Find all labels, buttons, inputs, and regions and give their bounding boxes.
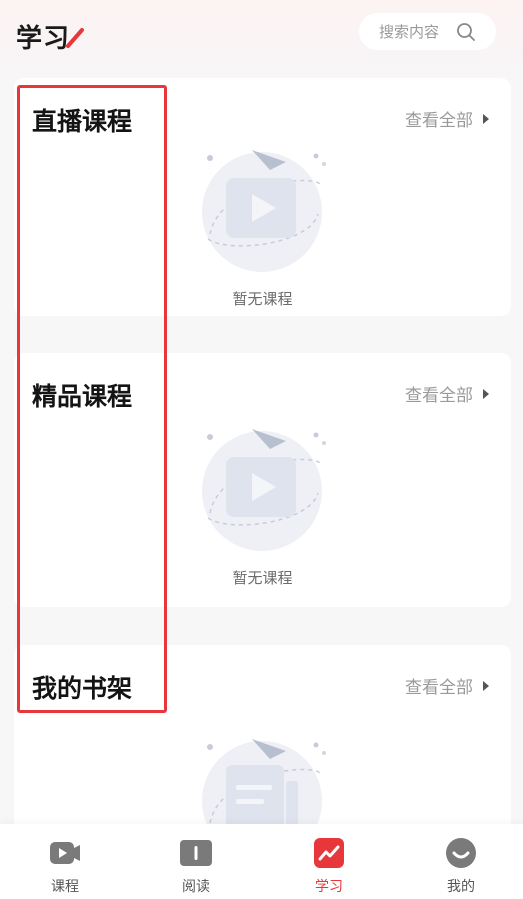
bottom-tab-bar: 课程 阅读 学习 我的 xyxy=(0,824,523,899)
view-all-label: 查看全部 xyxy=(405,111,473,131)
brand-accent-icon xyxy=(66,28,84,48)
tab-label: 学习 xyxy=(315,879,343,895)
tab-label: 我的 xyxy=(447,879,475,895)
view-all-label: 查看全部 xyxy=(405,386,473,406)
page-title: 学习 xyxy=(16,24,71,54)
bookshelf-card: 我的书架 查看全部 xyxy=(14,645,511,861)
premium-courses-card: 精品课程 查看全部 暂无课程 xyxy=(14,353,511,607)
search-box[interactable]: 搜索内容 xyxy=(359,13,496,50)
empty-state-text: 暂无课程 xyxy=(232,569,293,587)
tab-profile[interactable]: 我的 xyxy=(396,824,523,899)
tab-reading[interactable]: 阅读 xyxy=(131,824,261,899)
search-icon[interactable] xyxy=(456,22,476,42)
section-title-live: 直播课程 xyxy=(32,107,133,136)
empty-state-text: 暂无课程 xyxy=(232,290,293,308)
chevron-right-icon xyxy=(483,113,489,124)
tab-label: 课程 xyxy=(51,879,79,895)
tab-courses[interactable]: 课程 xyxy=(0,824,130,899)
view-all-label: 查看全部 xyxy=(405,678,473,698)
view-all-live-link[interactable]: 查看全部 xyxy=(405,106,489,131)
empty-video-illustration xyxy=(202,429,326,551)
chevron-right-icon xyxy=(483,388,489,399)
study-icon xyxy=(314,838,344,868)
live-courses-card: 直播课程 查看全部 暂无课程 xyxy=(14,78,511,316)
view-all-bookshelf-link[interactable]: 查看全部 xyxy=(405,673,489,698)
empty-video-illustration xyxy=(202,150,326,272)
chevron-right-icon xyxy=(483,680,489,691)
tab-label: 阅读 xyxy=(182,879,210,895)
profile-icon xyxy=(446,838,476,868)
book-icon xyxy=(180,840,212,866)
top-header: 学习 搜索内容 xyxy=(0,0,523,80)
view-all-premium-link[interactable]: 查看全部 xyxy=(405,381,489,406)
section-title-bookshelf: 我的书架 xyxy=(32,674,133,703)
search-placeholder: 搜索内容 xyxy=(379,23,440,41)
section-title-premium: 精品课程 xyxy=(32,382,133,411)
video-icon xyxy=(50,842,80,864)
tab-study[interactable]: 学习 xyxy=(264,824,394,899)
